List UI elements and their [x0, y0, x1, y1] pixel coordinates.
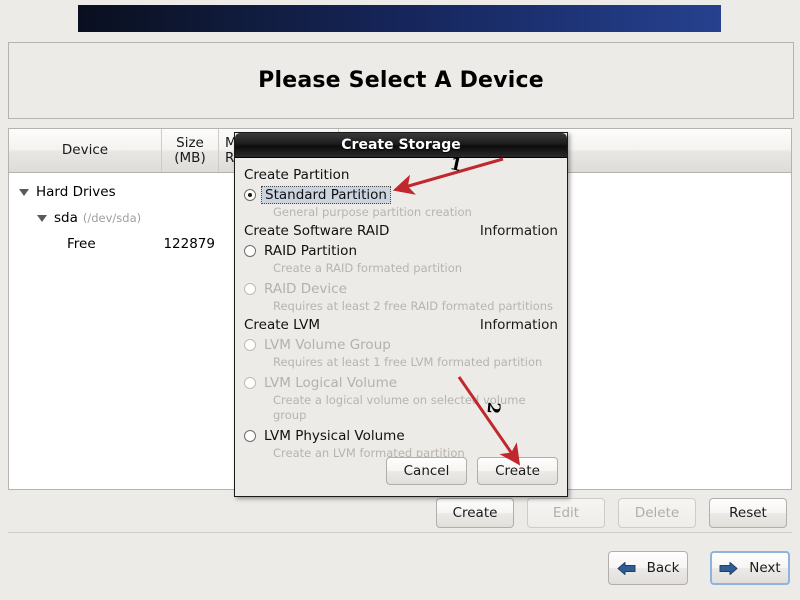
option-description: Create a logical volume on selected volu…	[273, 393, 526, 422]
next-label: Next	[749, 560, 781, 576]
edit-button: Edit	[527, 498, 605, 528]
option-lvm-physical-volume[interactable]: LVM Physical Volume	[244, 426, 558, 446]
triangle-down-icon[interactable]	[37, 214, 47, 222]
device-label: Hard Drives	[36, 184, 116, 200]
dialog-cancel-button[interactable]: Cancel	[386, 457, 467, 485]
option-raid-partition[interactable]: RAID Partition	[244, 241, 558, 261]
device-cell: sda (/dev/sda)	[9, 210, 162, 226]
dialog-body: Create Partition Standard Partition Gene…	[235, 158, 567, 461]
column-header-size[interactable]: Size (MB)	[162, 129, 219, 172]
option-description: Requires at least 2 free RAID formated p…	[273, 299, 554, 313]
installer-window: Please Select A Device Device Size (MB) …	[0, 0, 800, 600]
device-path: (/dev/sda)	[82, 211, 142, 225]
radio-lvm-volume-group	[244, 339, 256, 351]
dialog-button-row: Cancel Create	[235, 457, 569, 485]
option-label: LVM Logical Volume	[264, 375, 398, 391]
radio-lvm-physical-volume[interactable]	[244, 430, 256, 442]
option-description: Requires at least 1 free LVM formated pa…	[273, 355, 543, 369]
option-lvm-volume-group: LVM Volume Group	[244, 335, 558, 355]
back-label: Back	[646, 560, 680, 576]
radio-raid-device	[244, 283, 256, 295]
device-label: Free	[67, 236, 96, 252]
divider	[8, 532, 792, 533]
radio-lvm-logical-volume	[244, 377, 256, 389]
option-label: LVM Volume Group	[264, 337, 391, 353]
option-description: Create a RAID formated partition	[273, 261, 463, 275]
option-standard-partition[interactable]: Standard Partition	[244, 185, 558, 205]
option-label: RAID Device	[264, 281, 347, 297]
dialog-create-button[interactable]: Create	[477, 457, 558, 485]
device-cell: Hard Drives	[9, 184, 162, 200]
option-label: LVM Physical Volume	[264, 428, 405, 444]
group-heading-label: Create Software RAID	[244, 223, 390, 239]
group-heading-software-raid: Create Software RAID Information	[244, 223, 558, 239]
dialog-title: Create Storage	[235, 133, 567, 158]
radio-standard-partition[interactable]	[244, 189, 256, 201]
arrow-right-icon	[719, 561, 738, 576]
group-heading-label: Create LVM	[244, 317, 321, 333]
create-button[interactable]: Create	[436, 498, 514, 528]
page-title: Please Select A Device	[258, 68, 544, 93]
header-banner	[78, 5, 721, 32]
create-storage-dialog: Create Storage Create Partition Standard…	[234, 132, 568, 497]
device-label: sda	[54, 210, 78, 226]
reset-button[interactable]: Reset	[709, 498, 787, 528]
group-info-link[interactable]: Information	[480, 317, 558, 333]
group-heading-label: Create Partition	[244, 167, 350, 183]
delete-button: Delete	[618, 498, 696, 528]
group-heading-create-lvm: Create LVM Information	[244, 317, 558, 333]
radio-raid-partition[interactable]	[244, 245, 256, 257]
next-button[interactable]: Next	[710, 551, 790, 585]
option-lvm-logical-volume: LVM Logical Volume	[244, 373, 558, 393]
device-actions-toolbar: Create Edit Delete Reset	[8, 498, 792, 528]
option-label: Standard Partition	[261, 186, 391, 204]
option-label: RAID Partition	[264, 243, 357, 259]
column-header-size-line2: (MB)	[174, 149, 206, 166]
group-info-link[interactable]: Information	[480, 223, 558, 239]
group-heading-create-partition: Create Partition	[244, 167, 558, 183]
column-header-device[interactable]: Device	[9, 129, 162, 172]
device-cell: Free	[9, 236, 162, 252]
triangle-down-icon[interactable]	[19, 188, 29, 196]
page-title-panel: Please Select A Device	[8, 42, 794, 119]
option-raid-device: RAID Device	[244, 279, 558, 299]
back-button[interactable]: Back	[608, 551, 688, 585]
option-description: General purpose partition creation	[273, 205, 472, 219]
arrow-left-icon	[617, 561, 636, 576]
size-cell: 122879	[163, 236, 215, 252]
column-header-size-line1: Size	[176, 134, 204, 151]
